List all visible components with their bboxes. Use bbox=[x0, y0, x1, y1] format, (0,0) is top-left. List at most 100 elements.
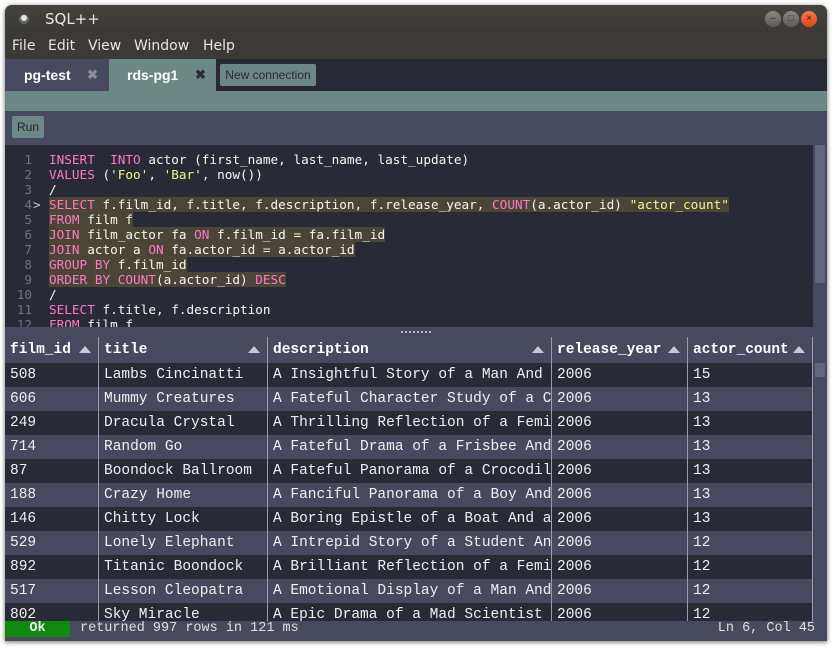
maximize-button[interactable]: □ bbox=[783, 11, 799, 27]
sort-ascending-icon[interactable] bbox=[793, 346, 805, 353]
cell-description[interactable]: A Insightful Story of a Man And … bbox=[268, 363, 552, 387]
sort-ascending-icon[interactable] bbox=[79, 346, 91, 353]
cell-actor-count[interactable]: 13 bbox=[688, 483, 813, 507]
cell-film-id[interactable]: 249 bbox=[5, 411, 99, 435]
editor-scrollbar[interactable] bbox=[815, 145, 825, 327]
cell-title[interactable]: Lesson Cleopatra bbox=[99, 579, 268, 603]
column-header-title[interactable]: title bbox=[99, 337, 268, 363]
editor-results-splitter[interactable] bbox=[5, 327, 827, 337]
cell-description[interactable]: A Fanciful Panorama of a Boy And… bbox=[268, 483, 552, 507]
cell-title[interactable]: Crazy Home bbox=[99, 483, 268, 507]
cell-title[interactable]: Lonely Elephant bbox=[99, 531, 268, 555]
cell-title[interactable]: Random Go bbox=[99, 435, 268, 459]
sort-ascending-icon[interactable] bbox=[248, 346, 260, 353]
cell-description[interactable]: A Fateful Drama of a Frisbee And… bbox=[268, 435, 552, 459]
cell-actor-count[interactable]: 12 bbox=[688, 603, 813, 621]
cell-actor-count[interactable]: 13 bbox=[688, 387, 813, 411]
cell-description[interactable]: A Intrepid Story of a Student An… bbox=[268, 531, 552, 555]
table-row[interactable]: 517 Lesson Cleopatra A Emotional Display o… bbox=[5, 579, 813, 603]
cell-release-year[interactable]: 2006 bbox=[552, 531, 688, 555]
menu-file[interactable]: File bbox=[12, 38, 35, 54]
code-line[interactable]: 3/ bbox=[5, 182, 813, 197]
cell-description[interactable]: A Emotional Display of a Man And… bbox=[268, 579, 552, 603]
menu-window[interactable]: Window bbox=[134, 38, 189, 54]
cell-description[interactable]: A Thrilling Reflection of a Femi… bbox=[268, 411, 552, 435]
table-row[interactable]: 188 Crazy Home A Fanciful Panorama of a Bo… bbox=[5, 483, 813, 507]
table-row[interactable]: 802 Sky Miracle A Epic Drama of a Mad Scie… bbox=[5, 603, 813, 621]
code-line[interactable]: 11 SELECT f.title, f.description bbox=[5, 302, 813, 317]
tab-pg-test[interactable]: pg-test ✖ bbox=[5, 59, 109, 91]
cell-release-year[interactable]: 2006 bbox=[552, 555, 688, 579]
table-row[interactable]: 146 Chitty Lock A Boring Epistle of a Boat… bbox=[5, 507, 813, 531]
cell-release-year[interactable]: 2006 bbox=[552, 459, 688, 483]
table-row[interactable]: 249 Dracula Crystal A Thrilling Reflection… bbox=[5, 411, 813, 435]
table-row[interactable]: 892 Titanic Boondock A Brilliant Reflectio… bbox=[5, 555, 813, 579]
results-scrollbar-thumb[interactable] bbox=[815, 363, 825, 377]
sort-ascending-icon[interactable] bbox=[668, 346, 680, 353]
code-line[interactable]: 5 FROM film f bbox=[5, 212, 813, 227]
cell-film-id[interactable]: 188 bbox=[5, 483, 99, 507]
cell-title[interactable]: Lambs Cincinatti bbox=[99, 363, 268, 387]
cell-title[interactable]: Dracula Crystal bbox=[99, 411, 268, 435]
cell-title[interactable]: Mummy Creatures bbox=[99, 387, 268, 411]
cell-release-year[interactable]: 2006 bbox=[552, 435, 688, 459]
cell-release-year[interactable]: 2006 bbox=[552, 411, 688, 435]
editor-scrollbar-thumb[interactable] bbox=[815, 145, 825, 283]
results-scrollbar[interactable] bbox=[815, 363, 825, 621]
cell-release-year[interactable]: 2006 bbox=[552, 603, 688, 621]
table-row[interactable]: 714 Random Go A Fateful Drama of a Frisbee… bbox=[5, 435, 813, 459]
code-line[interactable]: 7 JOIN actor a ON fa.actor_id = a.actor_i… bbox=[5, 242, 813, 257]
cell-description[interactable]: A Fateful Panorama of a Crocodil… bbox=[268, 459, 552, 483]
minimize-button[interactable]: – bbox=[765, 11, 781, 27]
splitter-grip-icon[interactable] bbox=[400, 330, 432, 334]
cell-description[interactable]: A Epic Drama of a Mad Scientist … bbox=[268, 603, 552, 621]
cell-film-id[interactable]: 146 bbox=[5, 507, 99, 531]
column-header-film-id[interactable]: film_id bbox=[5, 337, 99, 363]
run-button[interactable]: Run bbox=[12, 116, 44, 138]
cell-description[interactable]: A Boring Epistle of a Boat And a… bbox=[268, 507, 552, 531]
cell-film-id[interactable]: 714 bbox=[5, 435, 99, 459]
cell-release-year[interactable]: 2006 bbox=[552, 579, 688, 603]
cell-release-year[interactable]: 2006 bbox=[552, 507, 688, 531]
cell-title[interactable]: Sky Miracle bbox=[99, 603, 268, 621]
code-line[interactable]: 6 JOIN film_actor fa ON f.film_id = fa.fi… bbox=[5, 227, 813, 242]
cell-actor-count[interactable]: 12 bbox=[688, 579, 813, 603]
cell-actor-count[interactable]: 13 bbox=[688, 507, 813, 531]
cell-actor-count[interactable]: 13 bbox=[688, 459, 813, 483]
cell-actor-count[interactable]: 13 bbox=[688, 411, 813, 435]
cell-film-id[interactable]: 508 bbox=[5, 363, 99, 387]
sql-editor[interactable]: 1 INSERT INTO actor (first_name, last_nam… bbox=[5, 145, 813, 332]
column-header-description[interactable]: description bbox=[268, 337, 552, 363]
column-header-actor-count[interactable]: actor_count bbox=[688, 337, 813, 363]
cell-release-year[interactable]: 2006 bbox=[552, 387, 688, 411]
cell-actor-count[interactable]: 13 bbox=[688, 435, 813, 459]
table-row[interactable]: 87 Boondock Ballroom A Fateful Panorama of… bbox=[5, 459, 813, 483]
cell-actor-count[interactable]: 12 bbox=[688, 555, 813, 579]
cell-film-id[interactable]: 529 bbox=[5, 531, 99, 555]
cell-actor-count[interactable]: 12 bbox=[688, 531, 813, 555]
cell-film-id[interactable]: 802 bbox=[5, 603, 99, 621]
cell-film-id[interactable]: 517 bbox=[5, 579, 99, 603]
new-connection-button[interactable]: New connection bbox=[220, 64, 316, 86]
code-line[interactable]: 10 / bbox=[5, 287, 813, 302]
cell-film-id[interactable]: 892 bbox=[5, 555, 99, 579]
cell-title[interactable]: Titanic Boondock bbox=[99, 555, 268, 579]
cell-film-id[interactable]: 87 bbox=[5, 459, 99, 483]
code-line[interactable]: 2 VALUES ('Foo', 'Bar', now()) bbox=[5, 167, 813, 182]
menu-help[interactable]: Help bbox=[203, 38, 235, 54]
table-row[interactable]: 606 Mummy Creatures A Fateful Character St… bbox=[5, 387, 813, 411]
table-row[interactable]: 529 Lonely Elephant A Intrepid Story of a … bbox=[5, 531, 813, 555]
tab-close-icon[interactable]: ✖ bbox=[87, 67, 98, 83]
code-line[interactable]: 1 INSERT INTO actor (first_name, last_nam… bbox=[5, 152, 813, 167]
cell-film-id[interactable]: 606 bbox=[5, 387, 99, 411]
close-window-button[interactable]: × bbox=[801, 11, 817, 27]
cell-actor-count[interactable]: 15 bbox=[688, 363, 813, 387]
column-header-release-year[interactable]: release_year bbox=[552, 337, 688, 363]
cell-title[interactable]: Boondock Ballroom bbox=[99, 459, 268, 483]
menu-edit[interactable]: Edit bbox=[48, 38, 75, 54]
cell-description[interactable]: A Brilliant Reflection of a Femi… bbox=[268, 555, 552, 579]
cell-release-year[interactable]: 2006 bbox=[552, 363, 688, 387]
cell-release-year[interactable]: 2006 bbox=[552, 483, 688, 507]
table-row[interactable]: 508 Lambs Cincinatti A Insightful Story of… bbox=[5, 363, 813, 387]
tab-rds-pg1[interactable]: rds-pg1 ✖ bbox=[109, 59, 216, 91]
